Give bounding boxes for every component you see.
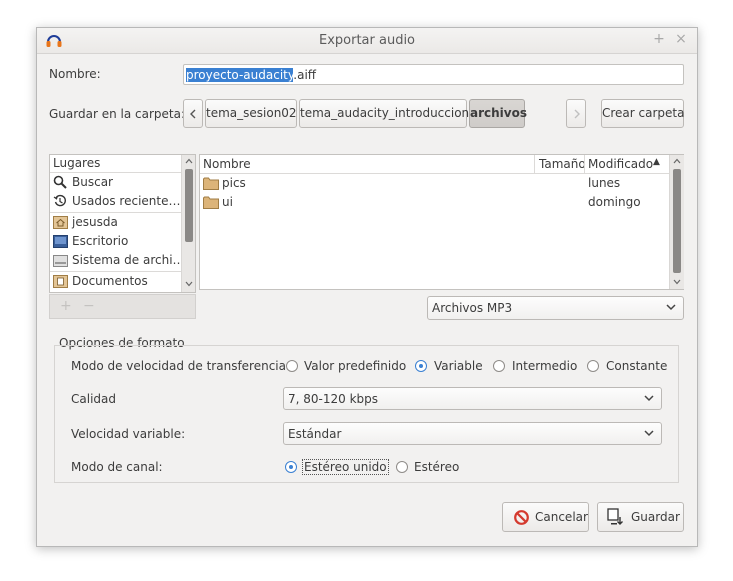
quality-label: Calidad bbox=[71, 392, 116, 406]
radio-constante[interactable] bbox=[587, 360, 599, 372]
filetype-value: Archivos MP3 bbox=[432, 301, 513, 315]
breadcrumb-archivos[interactable]: archivos bbox=[469, 99, 527, 128]
bitrate-mode-label: Modo de velocidad de transferencia: bbox=[71, 359, 291, 373]
radio-label: Valor predefinido bbox=[304, 359, 407, 373]
file-row[interactable]: pics lunes bbox=[200, 174, 669, 193]
radio-estereo[interactable] bbox=[396, 461, 408, 473]
files-scroll-thumb[interactable] bbox=[673, 169, 681, 273]
place-label: Buscar bbox=[72, 175, 113, 189]
window-title: Exportar audio bbox=[318, 33, 416, 48]
name-label: Nombre: bbox=[49, 67, 101, 81]
close-window-button[interactable]: × bbox=[673, 31, 689, 47]
save-label: Guardar bbox=[631, 510, 680, 524]
radio-label: Intermedio bbox=[512, 359, 578, 373]
scroll-up-icon[interactable] bbox=[673, 158, 681, 164]
radio-estereo-unido[interactable] bbox=[285, 461, 297, 473]
place-escritorio[interactable]: Escritorio bbox=[51, 232, 181, 251]
scroll-up-icon[interactable] bbox=[185, 158, 193, 164]
add-place-button[interactable]: + bbox=[60, 298, 72, 314]
place-recent[interactable]: Usados reciente… bbox=[51, 192, 181, 211]
vbr-label: Velocidad variable: bbox=[71, 427, 186, 441]
chevron-down-icon bbox=[644, 395, 654, 402]
radio-label: Estéreo bbox=[414, 460, 460, 474]
files-panel: Nombre Tamaño Modificado ▲ pics lunes ui… bbox=[199, 154, 684, 290]
chevron-down-icon bbox=[666, 304, 676, 311]
maximize-button[interactable]: + bbox=[651, 31, 667, 47]
radio-intermedio[interactable] bbox=[493, 360, 505, 372]
vbr-value: Estándar bbox=[288, 427, 342, 441]
save-icon bbox=[607, 508, 623, 525]
cancel-label: Cancelar bbox=[535, 510, 588, 524]
column-header-modified[interactable]: Modificado bbox=[588, 157, 653, 171]
save-button[interactable]: Guardar bbox=[597, 502, 684, 532]
documents-folder-icon bbox=[53, 275, 68, 288]
file-name: pics bbox=[222, 176, 246, 190]
radio-variable[interactable] bbox=[415, 360, 427, 372]
chevron-down-icon bbox=[644, 430, 654, 437]
file-modified: domingo bbox=[588, 195, 641, 209]
places-toolbar: + − bbox=[49, 294, 196, 319]
files-scrollbar[interactable] bbox=[669, 155, 684, 289]
column-header-size[interactable]: Tamaño bbox=[539, 157, 586, 171]
place-label: Documentos bbox=[72, 274, 148, 288]
places-panel: Lugares Buscar Usados reciente… jesusda … bbox=[49, 154, 196, 293]
quality-dropdown[interactable]: 7, 80-120 kbps bbox=[283, 387, 662, 410]
chevron-left-icon bbox=[190, 109, 196, 119]
title-bar: Exportar audio + × bbox=[37, 28, 697, 54]
place-documentos[interactable]: Documentos bbox=[51, 272, 181, 291]
file-name: ui bbox=[222, 195, 233, 209]
place-buscar[interactable]: Buscar bbox=[51, 173, 181, 192]
breadcrumb-tema-sesion02[interactable]: tema_sesion02 bbox=[205, 99, 297, 128]
breadcrumb-forward-button[interactable] bbox=[566, 99, 586, 128]
search-icon bbox=[53, 175, 67, 189]
files-header: Nombre Tamaño Modificado ▲ bbox=[200, 155, 669, 174]
channel-mode-label: Modo de canal: bbox=[71, 460, 163, 474]
export-audio-dialog: Exportar audio + × Nombre: proyecto-auda… bbox=[36, 27, 698, 547]
remove-place-button[interactable]: − bbox=[83, 298, 95, 314]
file-row[interactable]: ui domingo bbox=[200, 193, 669, 212]
breadcrumb-tema-audacity-introduccion[interactable]: tema_audacity_introduccion bbox=[299, 99, 469, 128]
filesystem-drive-icon bbox=[53, 255, 68, 267]
place-label: Sistema de archi… bbox=[72, 253, 185, 267]
create-folder-button[interactable]: Crear carpeta bbox=[601, 99, 684, 128]
folder-label: Guardar en la carpeta: bbox=[49, 107, 185, 121]
filename-selected-text: proyecto-audacity bbox=[186, 68, 294, 82]
radio-label: Variable bbox=[434, 359, 483, 373]
filename-extension-text: .aiff bbox=[293, 68, 317, 82]
vbr-dropdown[interactable]: Estándar bbox=[283, 422, 662, 445]
place-sistema-archivos[interactable]: Sistema de archi… bbox=[51, 251, 185, 270]
home-folder-icon bbox=[53, 216, 68, 229]
column-header-name[interactable]: Nombre bbox=[203, 157, 251, 171]
chevron-right-icon bbox=[574, 109, 580, 119]
radio-label: Constante bbox=[606, 359, 668, 373]
desktop-icon bbox=[53, 235, 68, 248]
recent-history-icon bbox=[53, 194, 66, 207]
file-modified: lunes bbox=[588, 176, 621, 190]
cancel-icon bbox=[514, 510, 529, 525]
place-label: Usados reciente… bbox=[72, 194, 181, 208]
places-scroll-thumb[interactable] bbox=[185, 169, 193, 242]
radio-label: Estéreo unido bbox=[302, 459, 389, 475]
filename-field[interactable]: proyecto-audacity.aiff bbox=[183, 64, 684, 85]
scroll-down-icon[interactable] bbox=[185, 281, 193, 287]
place-jesusda[interactable]: jesusda bbox=[51, 213, 181, 232]
sort-ascending-icon: ▲ bbox=[653, 157, 660, 167]
radio-valor-predefinido[interactable] bbox=[286, 360, 298, 372]
place-label: jesusda bbox=[72, 215, 118, 229]
folder-icon bbox=[203, 177, 219, 190]
place-label: Escritorio bbox=[72, 234, 129, 248]
folder-icon bbox=[203, 196, 219, 209]
filetype-dropdown[interactable]: Archivos MP3 bbox=[427, 296, 684, 320]
places-header: Lugares bbox=[53, 156, 101, 170]
scroll-down-icon[interactable] bbox=[673, 279, 681, 285]
breadcrumb-back-button[interactable] bbox=[183, 99, 203, 128]
places-scrollbar[interactable] bbox=[181, 155, 195, 292]
cancel-button[interactable]: Cancelar bbox=[502, 502, 589, 532]
quality-value: 7, 80-120 kbps bbox=[288, 392, 379, 406]
